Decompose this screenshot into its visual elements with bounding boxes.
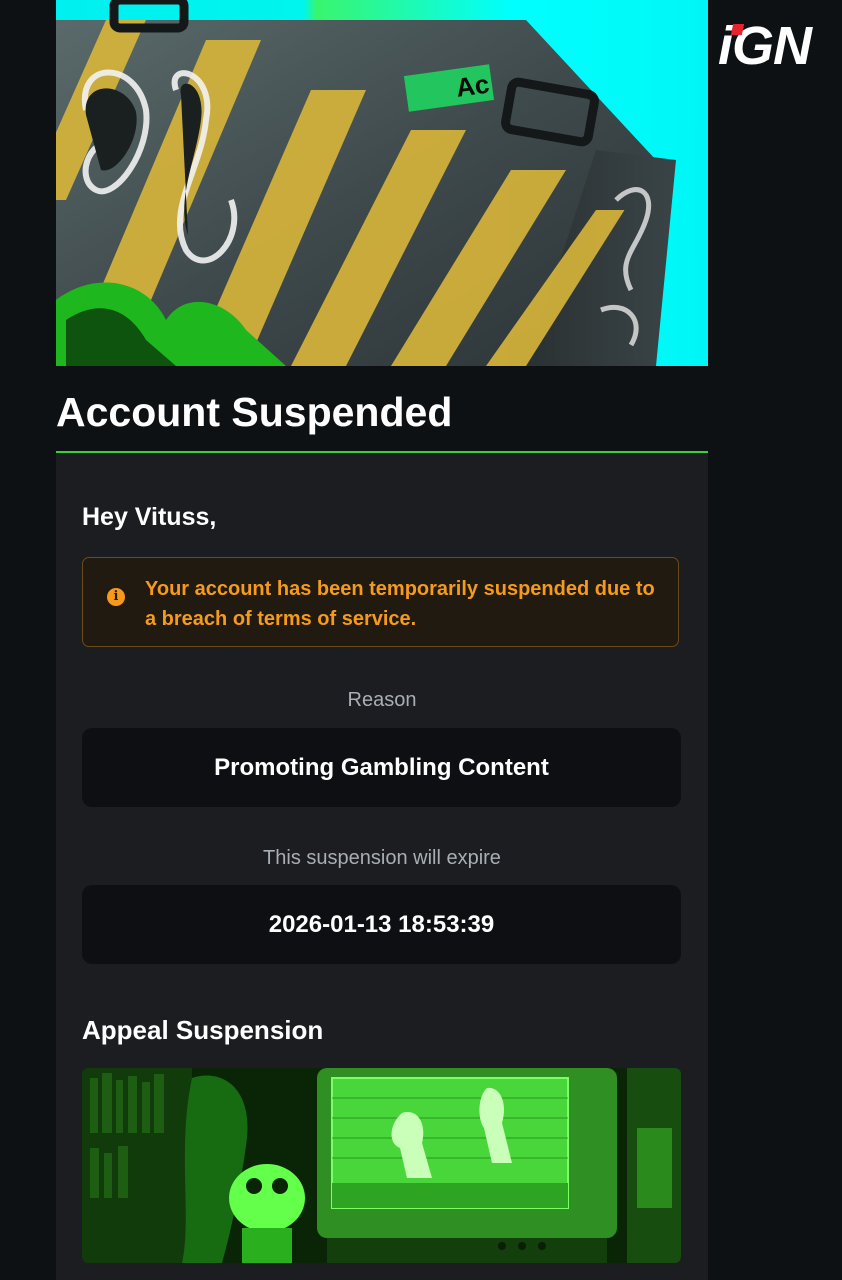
reason-box: Promoting Gambling Content xyxy=(82,728,681,807)
alert-text: Your account has been temporarily suspen… xyxy=(145,578,655,630)
suspension-alert: i Your account has been temporarily susp… xyxy=(82,557,679,647)
suspension-card: Hey Vituss, i Your account has been temp… xyxy=(56,453,708,1280)
hero-banner-image: Ac xyxy=(56,0,708,366)
retro-gaming-scene xyxy=(82,1068,681,1263)
sticker-text: Ac xyxy=(454,69,491,103)
expiry-value: 2026-01-13 18:53:39 xyxy=(268,911,495,938)
briefcase-illustration: Ac xyxy=(56,0,676,366)
appeal-heading: Appeal Suspension xyxy=(82,1015,324,1045)
reason-label: Reason xyxy=(347,689,417,711)
logo-red-dot xyxy=(730,24,745,35)
info-icon: i xyxy=(107,588,125,606)
ign-logo[interactable]: iGN xyxy=(718,18,834,74)
expiry-label: This suspension will expire xyxy=(263,847,501,869)
page-title: Account Suspended xyxy=(56,389,453,435)
greeting: Hey Vituss, xyxy=(82,503,217,531)
expiry-box: 2026-01-13 18:53:39 xyxy=(82,885,681,964)
retro-gaming-image xyxy=(82,1068,681,1263)
reason-value: Promoting Gambling Content xyxy=(214,754,549,781)
